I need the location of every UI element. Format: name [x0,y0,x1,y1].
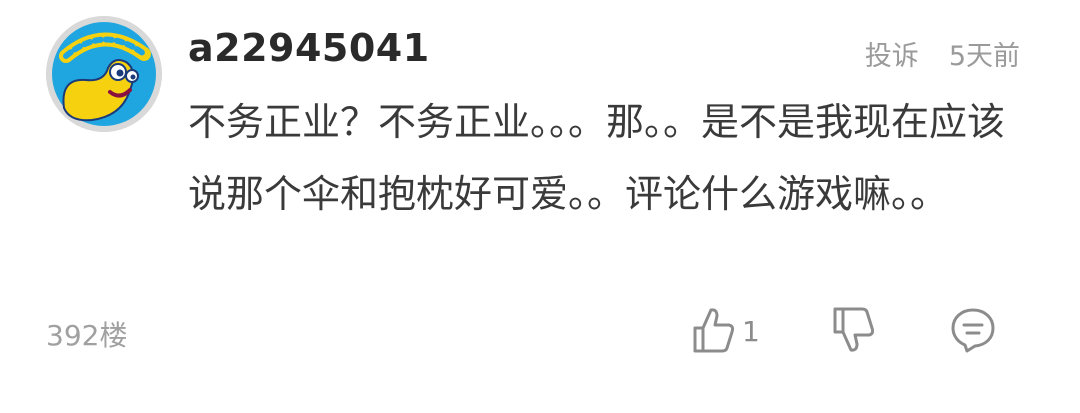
thumbs-up-icon [693,308,735,353]
reply-button[interactable] [950,304,996,356]
report-link[interactable]: 投诉 [865,34,919,73]
like-button[interactable]: 1 [692,304,760,356]
dislike-button[interactable] [832,304,876,356]
like-count: 1 [742,314,760,348]
username[interactable]: a22945041 [188,26,430,70]
comment-text: 不务正业？不务正业。。。那。。是不是我现在应该说那个伞和抱枕好可爱。。评论什么游… [188,100,1006,216]
comment-meta: 投诉 5天前 [865,34,1020,73]
comment-bubble-icon [951,308,995,353]
thumbs-down-icon [833,307,875,352]
cbeebies-logo-icon [46,16,162,132]
comment-time: 5天前 [948,41,1020,72]
comment-item: a22945041 投诉 5天前 不务正业？不务正业。。。那。。是不是我现在应该… [0,0,1080,413]
floor-number: 392楼 [46,319,128,352]
avatar[interactable] [46,16,162,132]
